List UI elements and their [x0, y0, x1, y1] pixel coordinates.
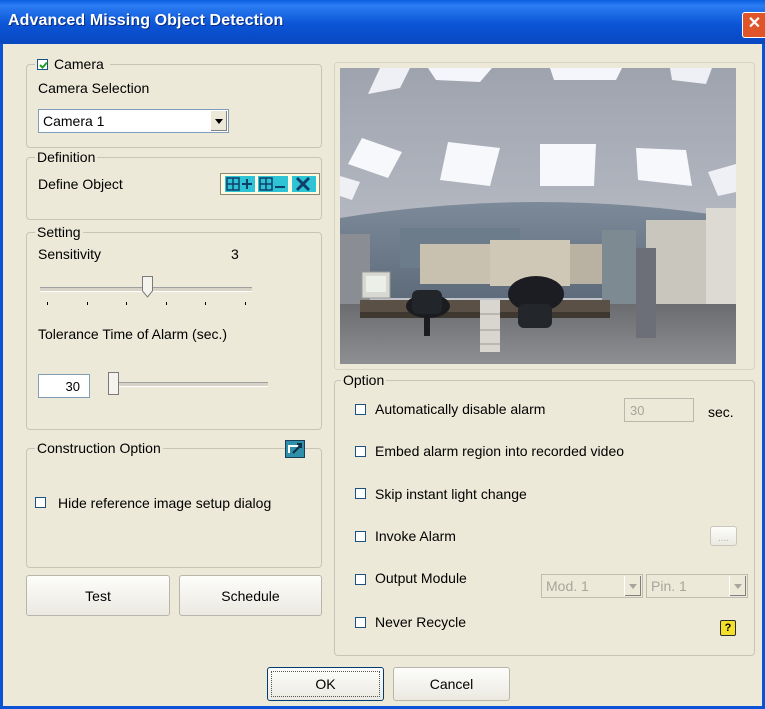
slider-tick: [126, 302, 127, 305]
camera-checkbox[interactable]: [37, 59, 48, 70]
camera-preview-image: [340, 68, 736, 364]
pin-select-value: Pin. 1: [651, 578, 687, 594]
help-glyph: ?: [724, 622, 732, 634]
clear-region-icon[interactable]: [291, 175, 317, 193]
camera-group: Camera: [26, 56, 322, 148]
camera-selection-label: Camera Selection: [38, 80, 150, 96]
tolerance-slider-thumb[interactable]: [108, 372, 119, 396]
skip-light-checkbox[interactable]: [355, 488, 366, 499]
setup-dialog-icon[interactable]: [285, 440, 305, 458]
slider-tick: [205, 302, 206, 305]
close-button[interactable]: ✕: [742, 12, 765, 38]
camera-select[interactable]: Camera 1: [38, 109, 229, 133]
add-region-icon[interactable]: [224, 175, 256, 193]
invoke-alarm-browse-button[interactable]: ....: [710, 526, 737, 546]
cancel-button-label: Cancel: [429, 676, 474, 692]
invoke-alarm-checkbox[interactable]: [355, 531, 366, 542]
tolerance-input[interactable]: 30: [38, 374, 90, 398]
title-bar[interactable]: Advanced Missing Object Detection ✕: [0, 0, 765, 44]
remove-region-icon[interactable]: [257, 175, 289, 193]
ok-button-label: OK: [315, 676, 336, 692]
chevron-down-icon[interactable]: [729, 576, 746, 596]
cancel-button[interactable]: Cancel: [393, 667, 510, 701]
define-object-label: Define Object: [38, 176, 123, 192]
hide-reference-checkbox[interactable]: [35, 497, 46, 508]
check-mark-icon: [39, 61, 48, 69]
embed-region-checkbox[interactable]: [355, 446, 366, 457]
sec-label: sec.: [708, 404, 734, 420]
help-icon[interactable]: ?: [720, 620, 736, 636]
module-select[interactable]: Mod. 1: [541, 574, 643, 598]
define-tools: [220, 173, 320, 195]
sensitivity-value: 3: [231, 246, 239, 262]
output-module-checkbox[interactable]: [355, 574, 366, 585]
ok-button[interactable]: OK: [267, 667, 384, 701]
browse-label: ....: [717, 533, 730, 544]
hide-reference-label: Hide reference image setup dialog: [58, 495, 272, 511]
slider-tick: [245, 302, 246, 305]
slider-tick: [87, 302, 88, 305]
close-icon: ✕: [747, 15, 762, 32]
chevron-down-icon[interactable]: [210, 111, 227, 131]
output-module-label: Output Module: [375, 570, 467, 586]
schedule-button-label: Schedule: [221, 588, 280, 604]
never-recycle-checkbox[interactable]: [355, 617, 366, 628]
slider-thumb-icon: [142, 276, 153, 298]
embed-region-label: Embed alarm region into recorded video: [375, 443, 625, 459]
invoke-alarm-label: Invoke Alarm: [375, 528, 456, 544]
slider-thumb-icon: [108, 372, 119, 395]
slider-tick: [166, 302, 167, 305]
camera-legend: Camera: [35, 56, 110, 72]
tolerance-slider-track[interactable]: [110, 382, 268, 387]
auto-disable-label: Automatically disable alarm: [375, 401, 546, 417]
window-border-left: [0, 44, 3, 709]
auto-disable-input[interactable]: 30: [624, 398, 694, 422]
dialog-window: Advanced Missing Object Detection ✕ Came…: [0, 0, 765, 709]
setting-legend: Setting: [35, 224, 83, 240]
sensitivity-label: Sensitivity: [38, 246, 102, 262]
chevron-down-icon[interactable]: [624, 576, 641, 596]
office-scene: [340, 68, 736, 364]
slider-tick: [47, 302, 48, 305]
sensitivity-slider-thumb[interactable]: [142, 276, 153, 298]
definition-legend: Definition: [35, 149, 98, 165]
schedule-button[interactable]: Schedule: [179, 575, 322, 616]
window-title: Advanced Missing Object Detection: [8, 12, 284, 29]
construction-legend: Construction Option: [35, 440, 163, 456]
test-button-label: Test: [85, 588, 111, 604]
camera-select-value: Camera 1: [43, 113, 105, 129]
tolerance-label: Tolerance Time of Alarm (sec.): [38, 326, 228, 342]
tolerance-input-value: 30: [65, 379, 80, 394]
camera-legend-label: Camera: [54, 56, 104, 72]
auto-disable-checkbox[interactable]: [355, 404, 366, 415]
auto-disable-input-value: 30: [630, 403, 645, 418]
pin-select[interactable]: Pin. 1: [646, 574, 748, 598]
test-button[interactable]: Test: [26, 575, 170, 616]
module-select-value: Mod. 1: [546, 578, 589, 594]
option-legend: Option: [341, 372, 387, 388]
never-recycle-label: Never Recycle: [375, 614, 467, 630]
skip-light-label: Skip instant light change: [375, 486, 527, 502]
